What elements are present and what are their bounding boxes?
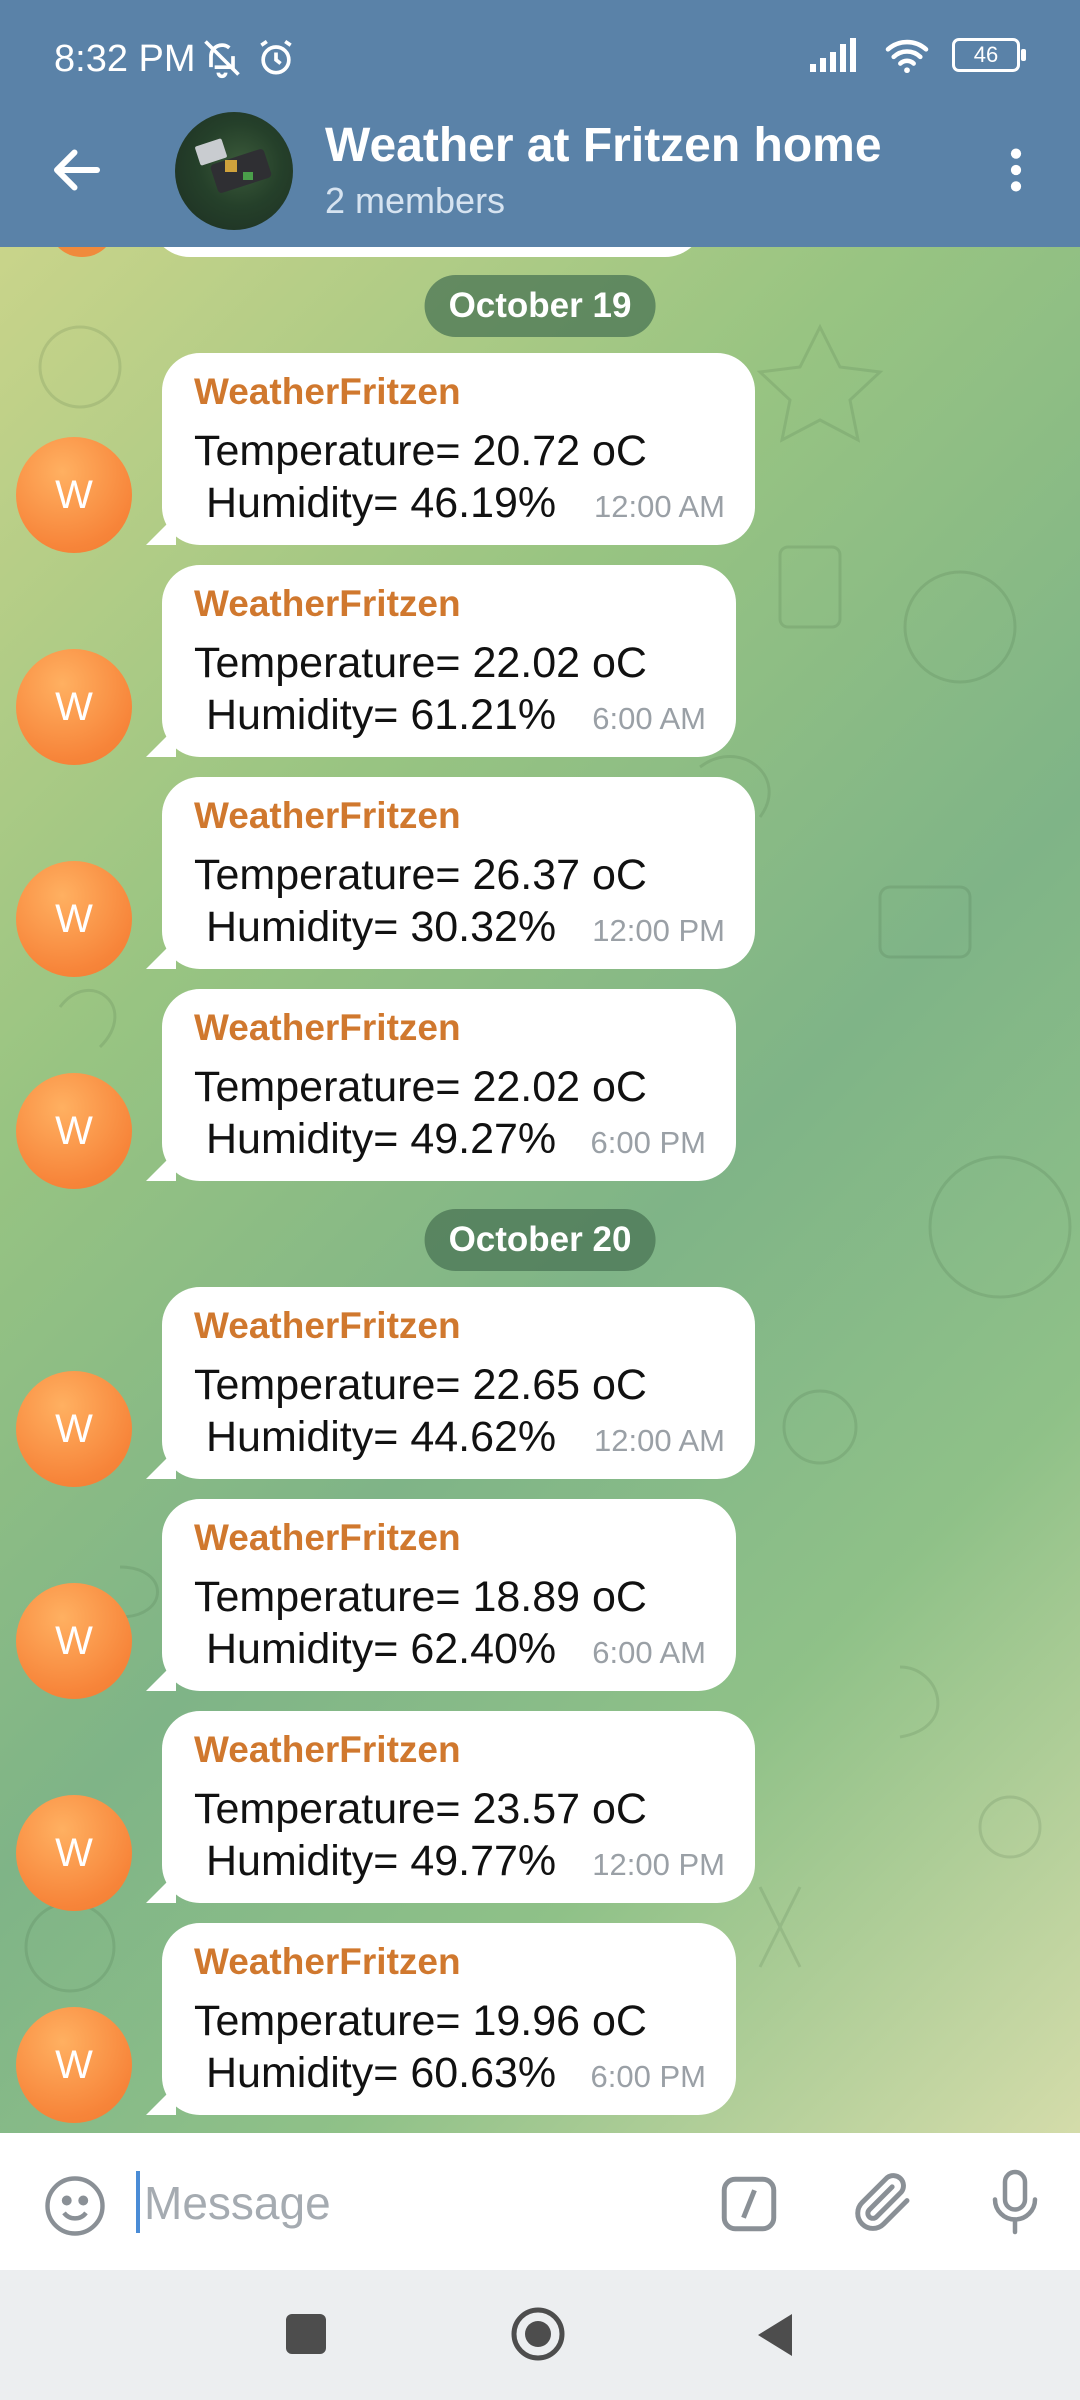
sender-avatar[interactable]: W	[16, 437, 132, 553]
message-temperature: Temperature= 22.65 oC	[194, 1361, 647, 1409]
message-time: 12:00 PM	[592, 1847, 725, 1882]
sender-name[interactable]: WeatherFritzen	[194, 1729, 461, 1771]
sender-avatar[interactable]: W	[16, 1371, 132, 1487]
members-count: 2 members	[325, 180, 506, 221]
message-time: 6:00 AM	[592, 1635, 706, 1670]
message-humidity: Humidity= 62.40%	[206, 1625, 557, 1673]
message-humidity: Humidity= 44.62%	[206, 1413, 557, 1461]
sender-name[interactable]: WeatherFritzen	[194, 1941, 461, 1983]
message-bubble[interactable]: WeatherFritzen Temperature= 26.37 oC Hum…	[162, 777, 755, 969]
message-bubble[interactable]: WeatherFritzen Temperature= 23.57 oC Hum…	[162, 1711, 755, 1903]
message-bubble[interactable]: WeatherFritzen Temperature= 18.89 oC Hum…	[162, 1499, 736, 1691]
message-list[interactable]: October 19 WeatherFritzen Temperature= 2…	[0, 247, 1080, 2133]
recents-button[interactable]	[286, 2314, 326, 2354]
message-input[interactable]	[142, 2171, 686, 2235]
message-humidity: Humidity= 60.63%	[206, 2049, 557, 2097]
sender-avatar[interactable]: W	[16, 2007, 132, 2123]
date-separator: October 19	[424, 275, 656, 337]
signal-icon	[810, 38, 856, 72]
battery-indicator: 46	[952, 38, 1026, 72]
microphone-icon[interactable]	[985, 2167, 1045, 2237]
sender-name[interactable]: WeatherFritzen	[194, 371, 461, 413]
message-time: 6:00 PM	[590, 1125, 706, 1160]
device-photo	[195, 138, 272, 193]
message-humidity: Humidity= 46.19%	[206, 479, 557, 527]
muted-bell-icon	[204, 40, 240, 79]
sender-name[interactable]: WeatherFritzen	[194, 1305, 461, 1347]
sender-avatar[interactable]: W	[16, 861, 132, 977]
chat-header: 8:32 PM 46 Weather at Fritzen home 2 mem…	[0, 0, 1080, 247]
sender-avatar[interactable]: W	[16, 1795, 132, 1911]
status-bar: 8:32 PM 46	[0, 0, 1080, 120]
status-time: 8:32 PM	[54, 38, 196, 80]
message-bubble[interactable]: WeatherFritzen Temperature= 20.72 oC Hum…	[162, 353, 755, 545]
date-separator: October 20	[424, 1209, 656, 1271]
message-temperature: Temperature= 20.72 oC	[194, 427, 647, 475]
message-time: 6:00 AM	[592, 701, 706, 736]
sender-avatar[interactable]: W	[16, 1583, 132, 1699]
message-bubble[interactable]: WeatherFritzen Temperature= 19.96 oC Hum…	[162, 1923, 736, 2115]
message-temperature: Temperature= 26.37 oC	[194, 851, 647, 899]
message-humidity: Humidity= 30.32%	[206, 903, 557, 951]
previous-message-bubble	[150, 247, 705, 257]
message-temperature: Temperature= 19.96 oC	[194, 1997, 647, 2045]
message-temperature: Temperature= 18.89 oC	[194, 1573, 647, 1621]
message-humidity: Humidity= 49.77%	[206, 1837, 557, 1885]
message-time: 6:00 PM	[590, 2059, 706, 2094]
nav-back-icon[interactable]	[752, 2310, 796, 2360]
smiley-icon[interactable]	[42, 2173, 108, 2239]
sender-avatar[interactable]: W	[16, 649, 132, 765]
sender-avatar[interactable]: W	[16, 1073, 132, 1189]
slash-command-icon[interactable]	[716, 2171, 782, 2237]
text-caret	[136, 2171, 140, 2233]
sender-name[interactable]: WeatherFritzen	[194, 1007, 461, 1049]
message-humidity: Humidity= 49.27%	[206, 1115, 557, 1163]
group-avatar[interactable]	[175, 112, 293, 230]
chat-title[interactable]: Weather at Fritzen home	[325, 118, 882, 173]
home-button[interactable]	[510, 2306, 566, 2362]
wifi-icon	[885, 39, 929, 74]
message-bubble[interactable]: WeatherFritzen Temperature= 22.02 oC Hum…	[162, 989, 736, 1181]
sender-name[interactable]: WeatherFritzen	[194, 583, 461, 625]
message-bubble[interactable]: WeatherFritzen Temperature= 22.02 oC Hum…	[162, 565, 736, 757]
sender-name[interactable]: WeatherFritzen	[194, 1517, 461, 1559]
message-temperature: Temperature= 22.02 oC	[194, 639, 647, 687]
sender-name[interactable]: WeatherFritzen	[194, 795, 461, 837]
alarm-icon	[260, 39, 292, 75]
back-arrow-icon[interactable]	[42, 140, 112, 200]
message-temperature: Temperature= 22.02 oC	[194, 1063, 647, 1111]
system-nav-bar	[0, 2270, 1080, 2400]
more-vertical-icon[interactable]	[988, 140, 1044, 200]
message-bubble[interactable]: WeatherFritzen Temperature= 22.65 oC Hum…	[162, 1287, 755, 1479]
message-composer	[0, 2133, 1080, 2270]
message-temperature: Temperature= 23.57 oC	[194, 1785, 647, 1833]
paperclip-icon[interactable]	[852, 2169, 918, 2235]
message-humidity: Humidity= 61.21%	[206, 691, 557, 739]
message-time: 12:00 PM	[592, 913, 725, 948]
message-time: 12:00 AM	[594, 489, 725, 524]
message-time: 12:00 AM	[594, 1423, 725, 1458]
